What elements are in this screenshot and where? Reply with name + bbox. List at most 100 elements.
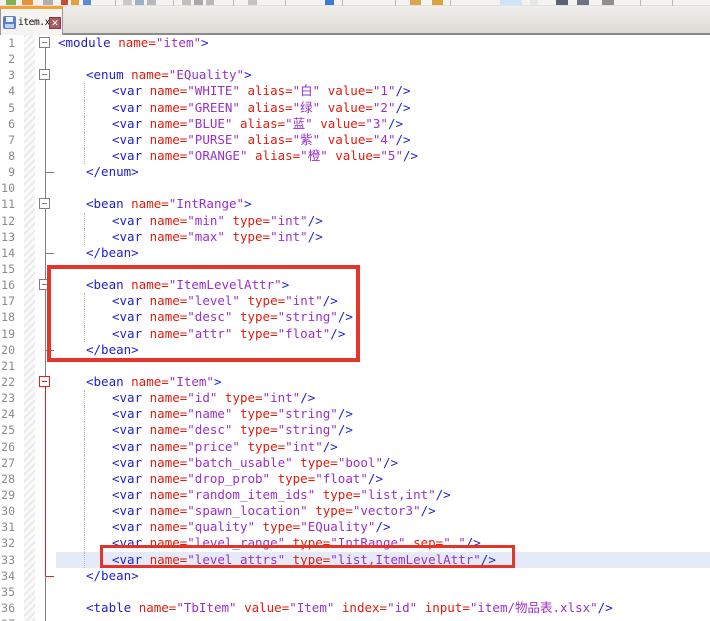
fold-collapse-icon[interactable] [20,35,56,51]
toolbar-button-fragment[interactable] [556,0,568,5]
indent-guide [84,487,85,503]
line-number: 29 [0,487,20,503]
code-line[interactable]: 33<var name="level_attrs" type="list,Ite… [0,552,710,568]
code-line[interactable]: 10 [0,180,710,196]
line-number: 10 [0,180,20,196]
fold-collapse-icon[interactable] [20,374,56,390]
tab-close-icon[interactable]: ✕ [49,17,61,29]
toolbar-button-fragment[interactable] [135,0,144,5]
toolbar-button-fragment[interactable] [577,0,589,5]
line-number: 27 [0,455,20,471]
line-number: 30 [0,503,20,519]
tab-bar: item.xml ✕ [0,6,710,35]
toolbar-button-fragment[interactable] [182,0,191,5]
code-text: <var name="drop_prob" type="float"/> [56,471,710,487]
code-line[interactable]: 34 </bean> [0,568,710,584]
indent-guide [84,390,85,406]
line-number: 35 [0,584,20,600]
line-number: 17 [0,293,20,309]
line-number: 32 [0,535,20,551]
code-line[interactable]: 22<bean name="Item"> [0,374,710,390]
line-number: 16 [0,277,20,293]
code-line[interactable]: 11<bean name="IntRange"> [0,196,710,212]
code-text [56,261,710,277]
toolbar-button-fragment[interactable] [22,0,33,5]
toolbar-button-fragment[interactable] [432,0,443,5]
toolbar-button-fragment[interactable] [530,0,538,5]
toolbar-button-fragment[interactable] [194,0,203,5]
code-editor[interactable]: 1<module name="item">23<enum name="EQual… [0,35,710,621]
code-line[interactable]: 6<var name="BLUE" alias="蓝" value="3"/> [0,116,710,132]
fold-margin [20,584,56,600]
toolbar-button-fragment[interactable] [325,0,334,5]
code-text: </bean> [56,342,710,358]
code-text: <var name="GREEN" alias="绿" value="2"/> [56,100,710,116]
fold-margin [20,51,56,67]
toolbar-button-fragment[interactable] [500,0,522,5]
fold-margin [20,148,56,164]
code-line[interactable]: 21 [0,358,710,374]
code-line[interactable]: 36<table name="TbItem" value="Item" inde… [0,600,710,616]
toolbar-button-fragment[interactable] [410,0,421,5]
fold-margin [20,503,56,519]
code-line[interactable]: 7<var name="PURSE" alias="紫" value="4"/> [0,132,710,148]
code-line[interactable]: 27<var name="batch_usable" type="bool"/> [0,455,710,471]
code-text: </bean> [56,568,710,584]
code-line[interactable]: 1<module name="item"> [0,35,710,51]
fold-margin [20,293,56,309]
toolbar-button-fragment[interactable] [83,0,91,5]
fold-collapse-icon[interactable] [20,196,56,212]
code-line[interactable]: 12<var name="min" type="int"/> [0,213,710,229]
code-line[interactable]: 17<var name="level" type="int"/> [0,293,710,309]
code-line[interactable]: 28<var name="drop_prob" type="float"/> [0,471,710,487]
toolbar-button-fragment[interactable] [206,0,214,5]
line-number: 37 [0,616,20,621]
fold-collapse-icon[interactable] [20,277,56,293]
toolbar-button-fragment[interactable] [123,0,132,5]
code-line[interactable]: 30<var name="spawn_location" type="vecto… [0,503,710,519]
toolbar-button-fragment[interactable] [71,0,79,5]
code-line[interactable]: 29<var name="random_item_ids" type="list… [0,487,710,503]
toolbar-button-fragment[interactable] [248,0,257,5]
code-line[interactable]: 18<var name="desc" type="string"/> [0,309,710,325]
fold-collapse-icon[interactable] [20,67,56,83]
code-line[interactable]: 13<var name="max" type="int"/> [0,229,710,245]
code-line[interactable]: 3<enum name="EQuality"> [0,67,710,83]
saved-file-icon [3,16,16,29]
code-line[interactable]: 25<var name="desc" type="string"/> [0,422,710,438]
toolbar-button-fragment[interactable] [6,0,16,5]
line-number: 34 [0,568,20,584]
code-line[interactable]: 15 [0,261,710,277]
toolbar-button-fragment[interactable] [147,0,156,5]
code-line[interactable]: 14</bean> [0,245,710,261]
code-line[interactable]: 9</enum> [0,164,710,180]
fold-margin [20,213,56,229]
code-line[interactable]: 20 </bean> [0,342,710,358]
tab-item-xml[interactable]: item.xml ✕ [0,9,63,35]
code-text: <var name="PURSE" alias="紫" value="4"/> [56,132,710,148]
code-line[interactable]: 16<bean name="ItemLevelAttr"> [0,277,710,293]
toolbar-button-fragment[interactable] [43,0,53,5]
fold-margin [20,83,56,99]
line-number: 13 [0,229,20,245]
code-line[interactable]: 23<var name="id" type="int"/> [0,390,710,406]
code-line[interactable]: 26<var name="price" type="int"/> [0,439,710,455]
code-text: <var name="desc" type="string"/> [56,309,710,325]
code-line[interactable]: 4<var name="WHITE" alias="白" value="1"/> [0,83,710,99]
toolbar-button-fragment[interactable] [61,0,68,5]
line-number: 1 [0,35,20,51]
code-line[interactable]: 8<var name="ORANGE" alias="橙" value="5"/… [0,148,710,164]
line-number: 8 [0,148,20,164]
code-line[interactable]: 32<var name="level_range" type="IntRange… [0,535,710,551]
code-text [56,358,710,374]
code-line[interactable]: 31<var name="quality" type="EQuality"/> [0,519,710,535]
code-line[interactable]: 24<var name="name" type="string"/> [0,406,710,422]
toolbar-button-fragment[interactable] [602,0,614,5]
code-line[interactable]: 2 [0,51,710,67]
line-number: 20 [0,342,20,358]
fold-margin [20,406,56,422]
code-line[interactable]: 37 [0,616,710,621]
code-line[interactable]: 35 [0,584,710,600]
code-line[interactable]: 19<var name="attr" type="float"/> [0,326,710,342]
code-line[interactable]: 5<var name="GREEN" alias="绿" value="2"/> [0,100,710,116]
